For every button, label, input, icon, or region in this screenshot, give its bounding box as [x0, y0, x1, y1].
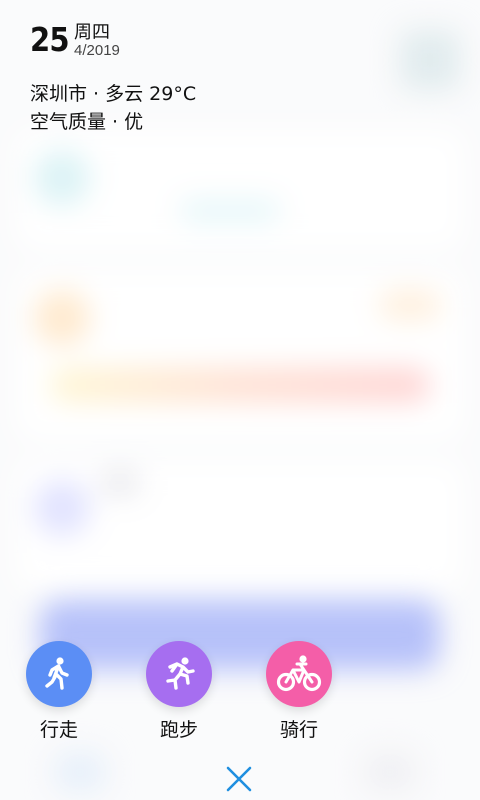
air-quality: 空气质量 · 优 — [30, 111, 144, 133]
ride-circle[interactable] — [266, 641, 332, 707]
date-row: 25 周四 4/2019 — [30, 20, 196, 60]
walk-icon — [45, 657, 69, 690]
walk-label: 行走 — [39, 719, 78, 741]
run-label: 跑步 — [159, 719, 198, 741]
ride-label: 骑行 — [279, 719, 318, 741]
run-button[interactable]: 跑步 — [146, 641, 212, 741]
date-stack: 周四 4/2019 — [74, 20, 120, 59]
month-year: 4/2019 — [74, 42, 120, 59]
bg-card-1 — [16, 130, 464, 250]
run-circle[interactable] — [146, 641, 212, 707]
close-icon — [226, 766, 252, 792]
walk-button[interactable]: 行走 — [26, 641, 92, 741]
bg-card-2 — [16, 270, 464, 440]
bg-card-3 — [16, 460, 464, 590]
walk-circle[interactable] — [26, 641, 92, 707]
bike-icon — [276, 655, 322, 692]
ride-button[interactable]: 骑行 — [266, 641, 332, 741]
close-button[interactable] — [218, 758, 260, 800]
weather-summary: 深圳市 · 多云 29°C — [30, 83, 197, 105]
day-number: 25 — [30, 20, 70, 59]
weekday: 周四 — [74, 22, 110, 43]
date-weather-header: 25 周四 4/2019 深圳市 · 多云 29°C 空气质量 · 优 — [30, 20, 196, 136]
run-icon — [166, 657, 195, 690]
